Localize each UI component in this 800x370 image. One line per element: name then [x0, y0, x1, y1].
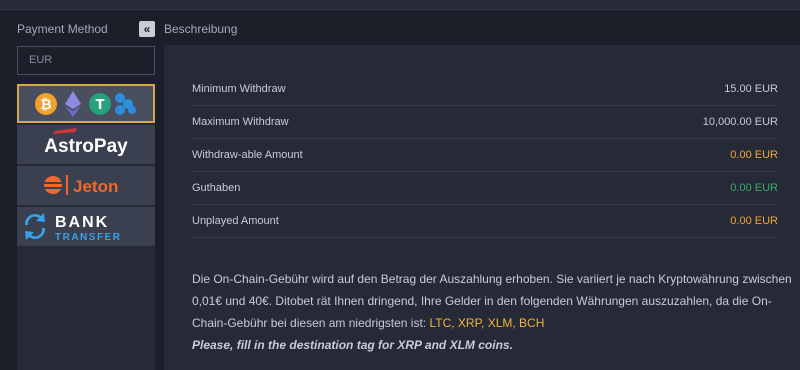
astropay-label: AstroPay: [44, 136, 128, 157]
bank-transfer-logo-icon: BANK TRANSFER: [24, 213, 121, 243]
row-value: 0.00 EUR: [730, 149, 778, 161]
astropay-logo-icon: AstroPay: [44, 128, 128, 157]
currency-select[interactable]: EUR: [17, 46, 155, 75]
svg-text:T: T: [96, 98, 105, 113]
payment-method-crypto[interactable]: ₿ T: [17, 84, 155, 123]
note-coins: LTC, XRP, XLM, BCH: [429, 316, 545, 330]
crypto-logos-icon: ₿ T: [35, 91, 136, 117]
row-label: Unplayed Amount: [192, 215, 279, 227]
payment-method-jeton[interactable]: Jeton: [17, 166, 155, 205]
row-maximum-withdraw: Maximum Withdraw 10,000.00 EUR: [192, 106, 778, 139]
row-value: 10,000.00 EUR: [702, 116, 778, 128]
row-label: Minimum Withdraw: [192, 83, 286, 95]
row-value: 15.00 EUR: [724, 83, 778, 95]
row-label: Guthaben: [192, 182, 241, 194]
row-value: 0.00 EUR: [730, 215, 778, 227]
jeton-label: Jeton: [73, 177, 118, 196]
collapse-sidebar-button[interactable]: «: [139, 21, 155, 37]
row-guthaben: Guthaben 0.00 EUR: [192, 172, 778, 205]
onchain-fee-note: Die On-Chain-Gebühr wird auf den Betrag …: [192, 268, 792, 356]
payment-method-astropay[interactable]: AstroPay: [17, 125, 155, 164]
svg-text:₿: ₿: [40, 97, 51, 113]
transfer-label: TRANSFER: [55, 232, 121, 243]
row-label: Maximum Withdraw: [192, 116, 289, 128]
row-unplayed-amount: Unplayed Amount 0.00 EUR: [192, 205, 778, 238]
payment-method-bank-transfer[interactable]: BANK TRANSFER: [17, 207, 155, 246]
payment-method-label: Payment Method: [17, 22, 108, 36]
jeton-logo-icon: Jeton: [44, 175, 118, 196]
description-title: Beschreibung: [164, 22, 238, 36]
bank-label: BANK: [55, 214, 109, 231]
row-minimum-withdraw: Minimum Withdraw 15.00 EUR: [192, 73, 778, 106]
payment-method-list: ₿ T AstroPay Jeton BANK TRANSFER: [17, 84, 155, 370]
top-bar: [0, 0, 800, 10]
row-withdrawable-amount: Withdraw-able Amount 0.00 EUR: [192, 139, 778, 172]
row-label: Withdraw-able Amount: [192, 149, 303, 161]
destination-tag-note: Please, fill in the destination tag for …: [192, 338, 513, 352]
row-value: 0.00 EUR: [730, 182, 778, 194]
withdraw-description-panel: Minimum Withdraw 15.00 EUR Maximum Withd…: [164, 45, 800, 370]
